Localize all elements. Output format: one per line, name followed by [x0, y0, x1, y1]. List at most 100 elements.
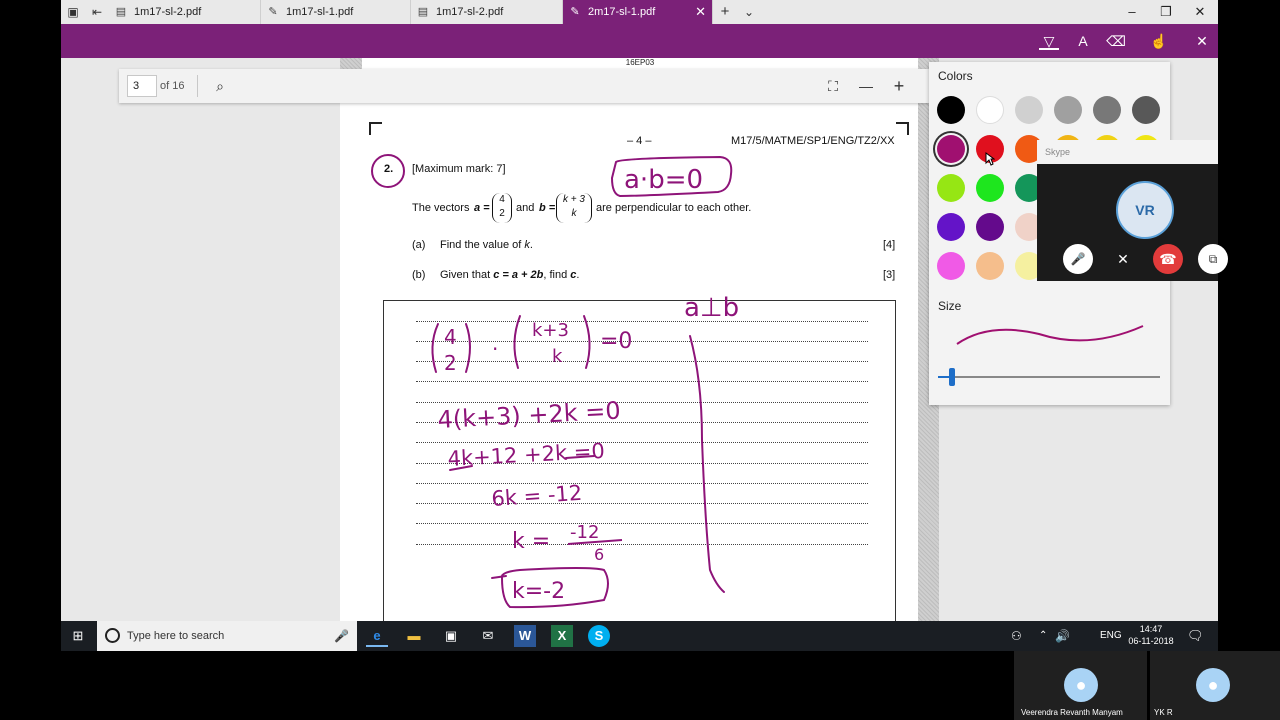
page-number-input[interactable]: 3 [127, 75, 157, 97]
notifications-icon[interactable]: 🗨 [1187, 621, 1204, 651]
participant-tile[interactable]: ● YK R [1150, 651, 1280, 720]
close-toolbar-icon[interactable]: ✕ [1192, 32, 1212, 50]
fit-page-icon[interactable]: ⛶ [823, 76, 843, 96]
vector-a-top: 4 [499, 194, 505, 205]
color-swatch[interactable] [937, 96, 965, 124]
show-hidden-icons[interactable]: ⌃ [1039, 621, 1047, 651]
color-swatch[interactable] [1054, 96, 1082, 124]
title-bar: ▣ ⇤ ▤ 1m17-sl-2.pdf ✎ 1m17-sl-1.pdf ▤ 1m… [61, 0, 1218, 24]
pen-icon: ✎ [268, 6, 278, 18]
part-b-text: Given that c = a + 2b, find c. [440, 269, 580, 281]
tab-2m17-sl-1[interactable]: ✎ 2m17-sl-1.pdf ✕ [563, 0, 713, 24]
color-swatch[interactable] [937, 174, 965, 202]
vector-a-symbol: a = [474, 202, 490, 214]
color-swatch[interactable] [976, 252, 1004, 280]
page-navigation-bar: 3 of 16 ⌕ ⛶ — + [119, 69, 929, 103]
vector-b-bottom: k [571, 208, 577, 219]
size-slider-track[interactable] [938, 376, 1160, 378]
answer-line [416, 442, 868, 443]
color-swatch[interactable] [937, 135, 965, 163]
close-tab-icon[interactable]: ✕ [695, 0, 706, 24]
tab-list-button[interactable]: ⌄ [741, 4, 757, 20]
people-icon[interactable]: ⚇ [1011, 621, 1022, 651]
video-off-icon[interactable]: ✕ [1108, 244, 1138, 274]
word-icon[interactable]: W [514, 625, 536, 647]
clock-time: 14:47 [1139, 624, 1163, 634]
color-swatch[interactable] [937, 213, 965, 241]
screen: ▣ ⇤ ▤ 1m17-sl-2.pdf ✎ 1m17-sl-1.pdf ▤ 1m… [0, 0, 1280, 720]
color-swatch[interactable] [976, 213, 1004, 241]
size-title: Size [938, 299, 962, 313]
windows-start-icon[interactable]: ⊞ [67, 625, 89, 647]
maximize-button[interactable]: ❐ [1149, 0, 1183, 24]
new-tab-button[interactable]: + [717, 4, 733, 20]
minimize-button[interactable]: – [1115, 0, 1149, 24]
divider [197, 75, 198, 97]
vector-b-symbol: b = [539, 202, 556, 214]
eraser-tool-icon[interactable]: ⌫ [1106, 32, 1126, 50]
skype-call-window[interactable]: Skype VR 🎤 ✕ ☎ ⧉ [1037, 140, 1228, 281]
answer-line [416, 341, 868, 342]
tab-1m17-sl-2-second[interactable]: ▤ 1m17-sl-2.pdf [411, 0, 563, 24]
vector-b-top: k + 3 [563, 194, 585, 205]
tab-label: 1m17-sl-2.pdf [134, 6, 202, 18]
microphone-icon[interactable]: 🎤 [334, 621, 349, 651]
window-close-button[interactable]: ✕ [1183, 0, 1217, 24]
tab-label: 1m17-sl-1.pdf [286, 6, 354, 18]
size-slider-thumb[interactable] [949, 368, 956, 386]
mail-icon[interactable]: ✉ [477, 625, 499, 647]
share-screen-icon[interactable]: ⧉ [1198, 244, 1228, 274]
color-swatch[interactable] [937, 252, 965, 280]
skype-title: Skype [1037, 140, 1218, 164]
set-aside-icon[interactable]: ⇤ [89, 4, 105, 20]
color-swatch[interactable] [976, 174, 1004, 202]
max-mark: [Maximum mark: 7] [412, 163, 506, 175]
participant-name: YK R [1154, 708, 1173, 717]
question-number: 2. [384, 163, 394, 175]
answer-line [416, 483, 868, 484]
clock[interactable]: 14:47 06-11-2018 [1127, 623, 1175, 647]
answer-line [416, 463, 868, 464]
participant-tile[interactable]: ● Veerendra Revanth Manyam [1014, 651, 1147, 720]
tab-1m17-sl-1[interactable]: ✎ 1m17-sl-1.pdf [261, 0, 411, 24]
excel-icon[interactable]: X [551, 625, 573, 647]
answer-line [416, 361, 868, 362]
tab-1m17-sl-2[interactable]: ▤ 1m17-sl-2.pdf [109, 0, 261, 24]
ink-toolbar: ▽ A ⌫ ☝ ✕ [61, 24, 1218, 58]
pdf-icon: ▤ [115, 6, 127, 18]
clock-date: 06-11-2018 [1128, 636, 1174, 646]
search-input[interactable]: Type here to search [127, 621, 224, 651]
language-indicator[interactable]: ENG [1100, 621, 1122, 651]
color-swatch[interactable] [1015, 96, 1043, 124]
file-explorer-icon[interactable]: ▬ [403, 625, 425, 647]
participant-name: Veerendra Revanth Manyam [1021, 708, 1123, 717]
tabs-aside-icon[interactable]: ▣ [65, 4, 81, 20]
edge-icon[interactable]: e [366, 625, 388, 647]
stroke-preview [956, 325, 1144, 345]
search-icon[interactable]: ⌕ [210, 76, 230, 96]
part-a-marks: [4] [883, 239, 896, 251]
pen-tool-icon[interactable]: ▽ [1039, 32, 1059, 50]
zoom-in-icon[interactable]: + [889, 76, 909, 96]
answer-line [416, 321, 868, 322]
store-icon[interactable]: ▣ [440, 625, 462, 647]
page-count: of 16 [160, 80, 185, 92]
question-statement: The vectors a = 4 2 and b = k + 3 k are … [412, 193, 772, 223]
taskbar-search[interactable]: Type here to search 🎤 [97, 621, 357, 651]
volume-icon[interactable]: 🔊 [1055, 621, 1070, 651]
size-slider-fill [938, 376, 950, 378]
touch-writing-icon[interactable]: ☝ [1149, 32, 1169, 50]
color-swatch[interactable] [976, 96, 1004, 124]
color-swatch[interactable] [1093, 96, 1121, 124]
answer-box[interactable] [383, 300, 896, 622]
colors-title: Colors [938, 69, 973, 83]
zoom-out-icon[interactable]: — [856, 76, 876, 96]
part-b-marks: [3] [883, 269, 896, 281]
end-call-icon[interactable]: ☎ [1153, 244, 1183, 274]
microphone-icon[interactable]: 🎤 [1063, 244, 1093, 274]
color-swatch[interactable] [1132, 96, 1160, 124]
mouse-cursor [985, 152, 995, 166]
highlighter-tool-icon[interactable]: A [1073, 32, 1093, 50]
cortana-icon [105, 628, 120, 643]
skype-icon[interactable]: S [588, 625, 610, 647]
